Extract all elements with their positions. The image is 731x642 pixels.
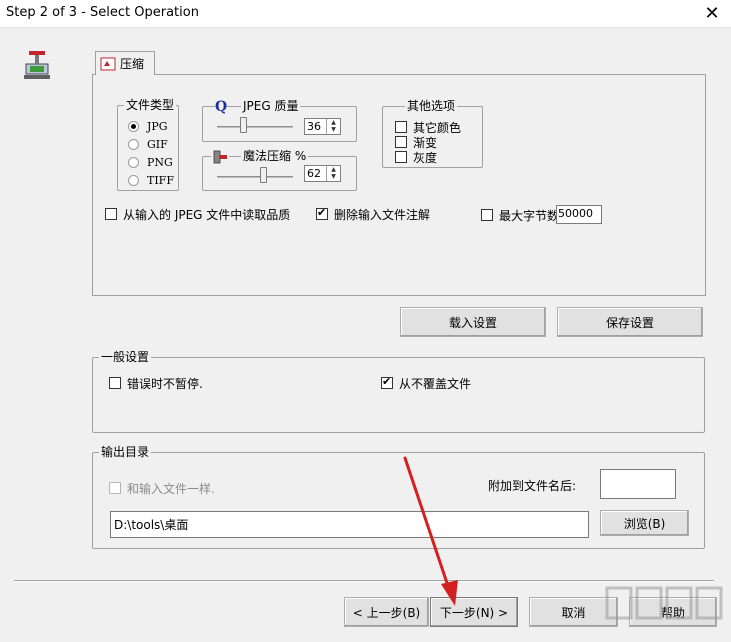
output-dir-legend: 输出目录 xyxy=(99,445,152,459)
delete-comments-checkbox[interactable]: 删除输入文件注解 xyxy=(316,206,430,222)
jpeg-quality-value: 36 xyxy=(307,120,321,133)
spin-down-icon[interactable]: ▼ xyxy=(327,173,340,180)
tab-label: 压缩 xyxy=(120,57,145,71)
radio-png[interactable]: PNG xyxy=(128,154,173,170)
radio-jpg[interactable]: JPG xyxy=(128,118,168,134)
back-button[interactable]: < 上一步(B) xyxy=(344,597,429,627)
append-filename-input[interactable] xyxy=(600,469,676,499)
file-type-group: 文件类型 JPG GIF PNG TIFF xyxy=(117,98,179,191)
compress-tab-icon xyxy=(100,57,116,70)
general-settings-legend: 一般设置 xyxy=(99,350,152,364)
radio-tiff[interactable]: TIFF xyxy=(128,172,174,188)
other-options-legend: 其他选项 xyxy=(405,99,458,113)
compress-app-icon xyxy=(24,51,50,79)
jpeg-quality-slider-track xyxy=(217,126,293,128)
checkbox-label: 从输入的 JPEG 文件中读取品质 xyxy=(123,207,291,222)
next-button[interactable]: 下一步(N) > xyxy=(430,597,518,627)
magic-compress-spinner[interactable]: 62 ▲ ▼ xyxy=(304,165,341,182)
max-bytes-input[interactable]: 50000 xyxy=(556,205,602,224)
radio-gif[interactable]: GIF xyxy=(128,136,168,152)
magic-compress-slider-thumb[interactable] xyxy=(260,167,268,183)
never-overwrite-checkbox[interactable]: 从不覆盖文件 xyxy=(381,375,471,391)
checkbox-label: 灰度 xyxy=(413,150,438,165)
checkbox-box xyxy=(109,482,121,494)
checkbox-box xyxy=(395,136,407,148)
magic-compress-label: 魔法压缩 % xyxy=(243,149,307,163)
radio-dot xyxy=(128,174,139,186)
spin-arrows[interactable]: ▲ ▼ xyxy=(326,166,340,181)
checkbox-label: 删除输入文件注解 xyxy=(334,207,431,222)
checkbox-box xyxy=(481,209,493,221)
file-type-legend: 文件类型 xyxy=(124,98,177,112)
title-bar: Step 2 of 3 - Select Operation ✕ xyxy=(0,0,731,28)
spin-arrows[interactable]: ▲ ▼ xyxy=(326,119,340,134)
radio-label: GIF xyxy=(147,137,168,151)
load-settings-button[interactable]: 载入设置 xyxy=(400,307,546,337)
radio-dot xyxy=(128,120,139,132)
checkbox-label: 从不覆盖文件 xyxy=(399,376,472,391)
radio-label: PNG xyxy=(147,155,173,169)
spin-up-icon[interactable]: ▲ xyxy=(327,119,340,126)
radio-dot xyxy=(128,138,139,150)
save-settings-button[interactable]: 保存设置 xyxy=(557,307,703,337)
no-pause-checkbox[interactable]: 错误时不暂停. xyxy=(109,375,203,391)
checkbox-label: 最大字节数 xyxy=(499,208,560,223)
radio-dot xyxy=(128,156,139,168)
tab-compress[interactable]: 压缩 xyxy=(95,51,155,75)
jpeg-quality-legend: JPEG 质量 xyxy=(241,99,301,113)
spin-down-icon[interactable]: ▼ xyxy=(327,126,340,133)
output-dir-group: 输出目录 和输入文件一样. 附加到文件名后: D:\tools\桌面 浏览(B) xyxy=(92,445,705,549)
grayscale-checkbox[interactable]: 灰度 xyxy=(395,149,437,165)
checkbox-box xyxy=(109,377,121,389)
magic-compress-legend: 魔法压缩 % xyxy=(241,149,309,163)
read-quality-checkbox[interactable]: 从输入的 JPEG 文件中读取品质 xyxy=(105,206,290,222)
checkbox-box xyxy=(381,375,393,389)
checkbox-box xyxy=(105,208,117,220)
spin-up-icon[interactable]: ▲ xyxy=(327,166,340,173)
checkbox-box xyxy=(395,121,407,133)
radio-label: JPG xyxy=(147,119,168,133)
jpeg-quality-group: JPEG 质量 Q 36 ▲ ▼ xyxy=(202,99,357,142)
jpeg-quality-spinner[interactable]: 36 ▲ ▼ xyxy=(304,118,341,135)
checkbox-box xyxy=(316,206,328,220)
close-icon[interactable]: ✕ xyxy=(701,3,723,25)
checkbox-label: 和输入文件一样. xyxy=(127,481,215,496)
checkbox-label: 错误时不暂停. xyxy=(127,376,203,391)
checkbox-box xyxy=(395,151,407,163)
magic-wand-icon xyxy=(211,149,229,165)
radio-label: TIFF xyxy=(147,173,174,187)
magic-compress-slider-track xyxy=(217,176,293,178)
watermark-logo xyxy=(605,586,723,620)
browse-button[interactable]: 浏览(B) xyxy=(600,510,689,536)
jpeg-quality-label: JPEG 质量 xyxy=(243,99,299,113)
jpeg-quality-slider-thumb[interactable] xyxy=(240,117,248,133)
other-options-group: 其他选项 其它颜色 渐变 灰度 xyxy=(382,99,483,168)
magic-compress-group: 魔法压缩 % 62 ▲ ▼ xyxy=(202,149,357,191)
q-icon: Q xyxy=(215,99,228,115)
append-filename-label: 附加到文件名后: xyxy=(488,479,577,493)
general-settings-group: 一般设置 错误时不暂停. 从不覆盖文件 xyxy=(92,350,705,433)
same-as-input-checkbox[interactable]: 和输入文件一样. xyxy=(109,480,215,496)
window-title: Step 2 of 3 - Select Operation xyxy=(6,5,199,20)
output-path-input[interactable]: D:\tools\桌面 xyxy=(110,511,589,538)
max-bytes-checkbox[interactable]: 最大字节数 xyxy=(481,207,559,223)
magic-compress-value: 62 xyxy=(307,167,321,180)
compress-panel: 文件类型 JPG GIF PNG TIFF JPEG 质量 Q 36 ▲ ▼ 魔法… xyxy=(92,74,706,296)
